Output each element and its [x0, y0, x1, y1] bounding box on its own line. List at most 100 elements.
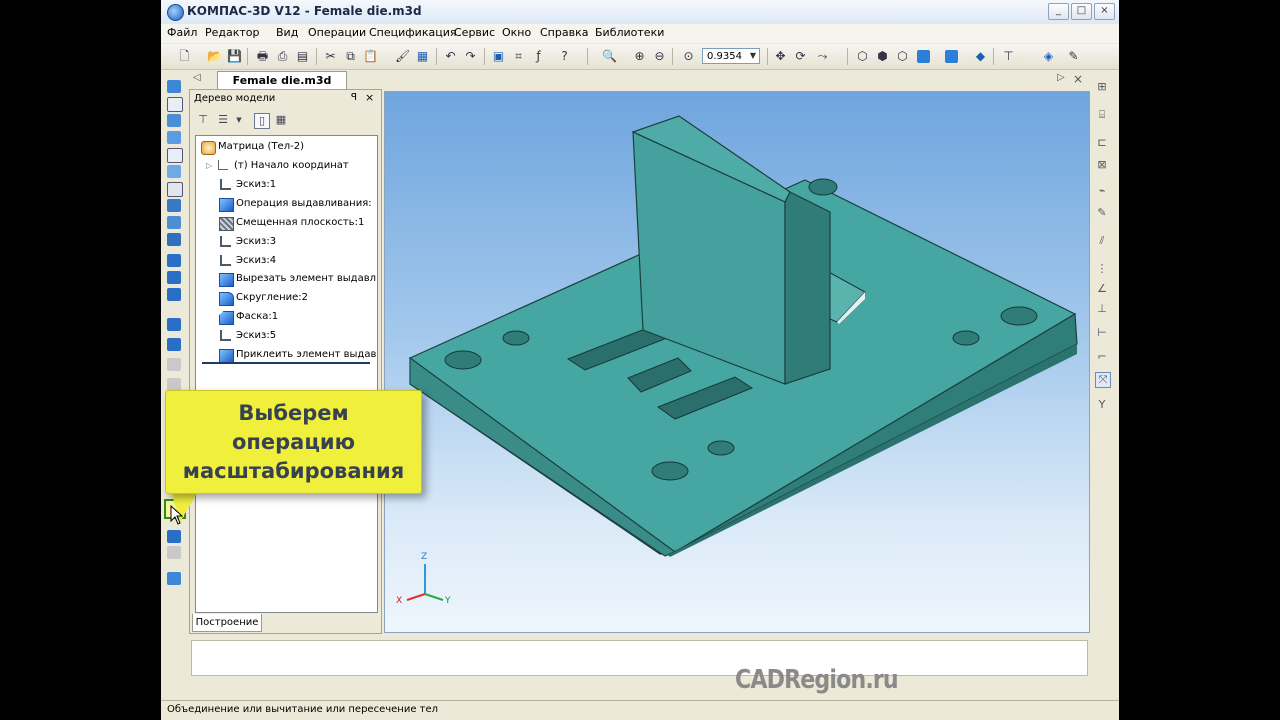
split-tool-icon[interactable]: [167, 546, 181, 559]
tab-scroll-left-icon[interactable]: ◁: [193, 72, 201, 83]
revolve-tool-icon[interactable]: [167, 271, 181, 284]
status-bar: Объединение или вычитание или пересечени…: [161, 700, 1119, 720]
tab-build[interactable]: Построение: [192, 614, 262, 632]
diagnostics-icon[interactable]: [167, 216, 181, 229]
model-view: [406, 115, 1078, 601]
geometry-panel-icon[interactable]: [167, 80, 181, 93]
step-icon[interactable]: ⌐: [1095, 350, 1109, 364]
menu-help[interactable]: Справка: [540, 26, 588, 39]
tab-female-die[interactable]: Female die.m3d: [217, 71, 347, 89]
rotate-icon[interactable]: ⟳: [793, 49, 808, 64]
pen-icon[interactable]: ✎: [1095, 206, 1109, 220]
parallel-icon[interactable]: ⫽: [1095, 234, 1109, 248]
spec-icon[interactable]: [167, 182, 183, 197]
function-icon[interactable]: ƒ: [531, 49, 546, 64]
library-manager-icon[interactable]: ◈: [1041, 49, 1056, 64]
undo-icon[interactable]: ↶: [443, 49, 458, 64]
wireframe-icon[interactable]: ⬡: [855, 49, 870, 64]
surfaces-icon[interactable]: [167, 114, 181, 127]
orientation-icon[interactable]: ⤳: [815, 49, 830, 64]
tab-scroll-right-icon[interactable]: ▷: [1057, 72, 1065, 83]
zoom-in-icon[interactable]: ⊕: [632, 49, 647, 64]
close-button[interactable]: ×: [1094, 3, 1115, 20]
shell-tool-icon[interactable]: [167, 358, 181, 371]
main-window: КОМПАС-3D V12 - Female die.m3d _ □ × Фай…: [161, 0, 1119, 720]
snap-icon[interactable]: ⊠: [1095, 158, 1109, 172]
minimize-button[interactable]: _: [1048, 3, 1069, 20]
3d-viewport[interactable]: Z X Y: [384, 91, 1090, 633]
tree-view-mode-icon[interactable]: ☰: [216, 113, 230, 127]
edit-model-icon[interactable]: [167, 233, 181, 246]
sketch-tool-icon[interactable]: ⊞: [1095, 80, 1109, 94]
manager-icon[interactable]: ▦: [415, 49, 430, 64]
cut-icon[interactable]: ✂: [323, 49, 338, 64]
constraint-icon[interactable]: ⌸: [1095, 108, 1109, 122]
filter-icon[interactable]: ⊤: [1001, 49, 1016, 64]
tree-settings-icon[interactable]: ▦: [274, 113, 288, 127]
menu-libraries[interactable]: Библиотеки: [595, 26, 664, 39]
callout-line-3: масштабирования: [182, 459, 405, 483]
corner-icon[interactable]: ⊢: [1095, 326, 1109, 340]
zoom-out-icon[interactable]: ⊖: [652, 49, 667, 64]
properties-icon[interactable]: ▤: [295, 49, 310, 64]
pan-icon[interactable]: ✥: [773, 49, 788, 64]
align-icon[interactable]: ⊥: [1095, 302, 1109, 316]
save-icon[interactable]: 💾: [227, 49, 242, 64]
panel-close-icon[interactable]: ×: [365, 91, 374, 104]
menu-file[interactable]: Файл: [167, 26, 197, 39]
tree-view-dropdown-icon[interactable]: ▼: [232, 113, 246, 127]
menu-view[interactable]: Вид: [276, 26, 298, 39]
copy-icon[interactable]: ⧉: [343, 49, 358, 64]
zoom-dropdown-icon[interactable]: ▼: [748, 49, 758, 63]
tools-icon[interactable]: ✎: [1066, 49, 1081, 64]
new-file-icon[interactable]: 🗋: [177, 49, 192, 64]
variables-icon[interactable]: ▣: [491, 49, 506, 64]
zoom-window-icon[interactable]: 🔍: [602, 49, 617, 64]
coordinates-icon[interactable]: Y: [1095, 398, 1109, 412]
open-file-icon[interactable]: 📂: [207, 49, 222, 64]
shaded-edges-icon[interactable]: [945, 50, 958, 63]
print-preview-icon[interactable]: ⎙: [275, 49, 290, 64]
parametric-icon[interactable]: ⤧: [1095, 372, 1111, 388]
arrays-icon[interactable]: [167, 131, 181, 144]
menu-specification[interactable]: Спецификация: [369, 26, 456, 39]
aux-geometry-icon[interactable]: [167, 148, 183, 163]
hatch-icon[interactable]: ⌁: [1095, 184, 1109, 198]
tree-icon[interactable]: ⌗: [511, 49, 526, 64]
extrude-tool-icon[interactable]: [167, 254, 181, 267]
expand-icon[interactable]: ▷: [206, 157, 212, 175]
menu-window[interactable]: Окно: [502, 26, 531, 39]
curves-icon[interactable]: [167, 97, 183, 112]
fillet-tool-icon[interactable]: [167, 338, 181, 351]
measure-icon[interactable]: [167, 199, 181, 212]
mount-hole: [1000, 306, 1038, 326]
print-icon[interactable]: 🖶: [255, 49, 270, 64]
angle-icon[interactable]: ∠: [1095, 282, 1109, 296]
dimension-icon[interactable]: ⊏: [1095, 136, 1109, 150]
menu-operations[interactable]: Операции: [308, 26, 366, 39]
menu-service[interactable]: Сервис: [454, 26, 495, 39]
redo-icon[interactable]: ↷: [463, 49, 478, 64]
thin-lines-icon[interactable]: ⬡: [895, 49, 910, 64]
format-brush-icon[interactable]: 🖌: [395, 49, 410, 64]
shaded-icon[interactable]: [917, 50, 930, 63]
zoom-scale-icon[interactable]: ⊙: [681, 49, 696, 64]
tree-structure-icon[interactable]: ⊤: [196, 113, 210, 127]
pin-icon[interactable]: ꟼ: [351, 92, 357, 103]
maximize-button[interactable]: □: [1071, 3, 1092, 20]
property-panel[interactable]: [191, 640, 1088, 676]
grid-icon[interactable]: ⋮: [1095, 262, 1109, 276]
tab-close-icon[interactable]: ×: [1073, 72, 1083, 86]
loft-tool-icon[interactable]: [167, 288, 181, 301]
hidden-lines-icon[interactable]: ⬢: [875, 49, 890, 64]
mirror-tool-icon[interactable]: [167, 530, 181, 543]
perspective-icon[interactable]: ◆: [973, 49, 988, 64]
paste-icon[interactable]: 📋: [363, 49, 378, 64]
cut-tool-icon[interactable]: [167, 318, 181, 331]
pattern-tool-icon[interactable]: [167, 572, 181, 585]
tree-page-icon[interactable]: ▯: [254, 113, 270, 129]
help-cursor-icon[interactable]: ?: [557, 49, 572, 64]
menu-edit[interactable]: Редактор: [205, 26, 260, 39]
filters-icon[interactable]: [167, 165, 181, 178]
watermark: CADRegion.ru: [735, 665, 899, 695]
